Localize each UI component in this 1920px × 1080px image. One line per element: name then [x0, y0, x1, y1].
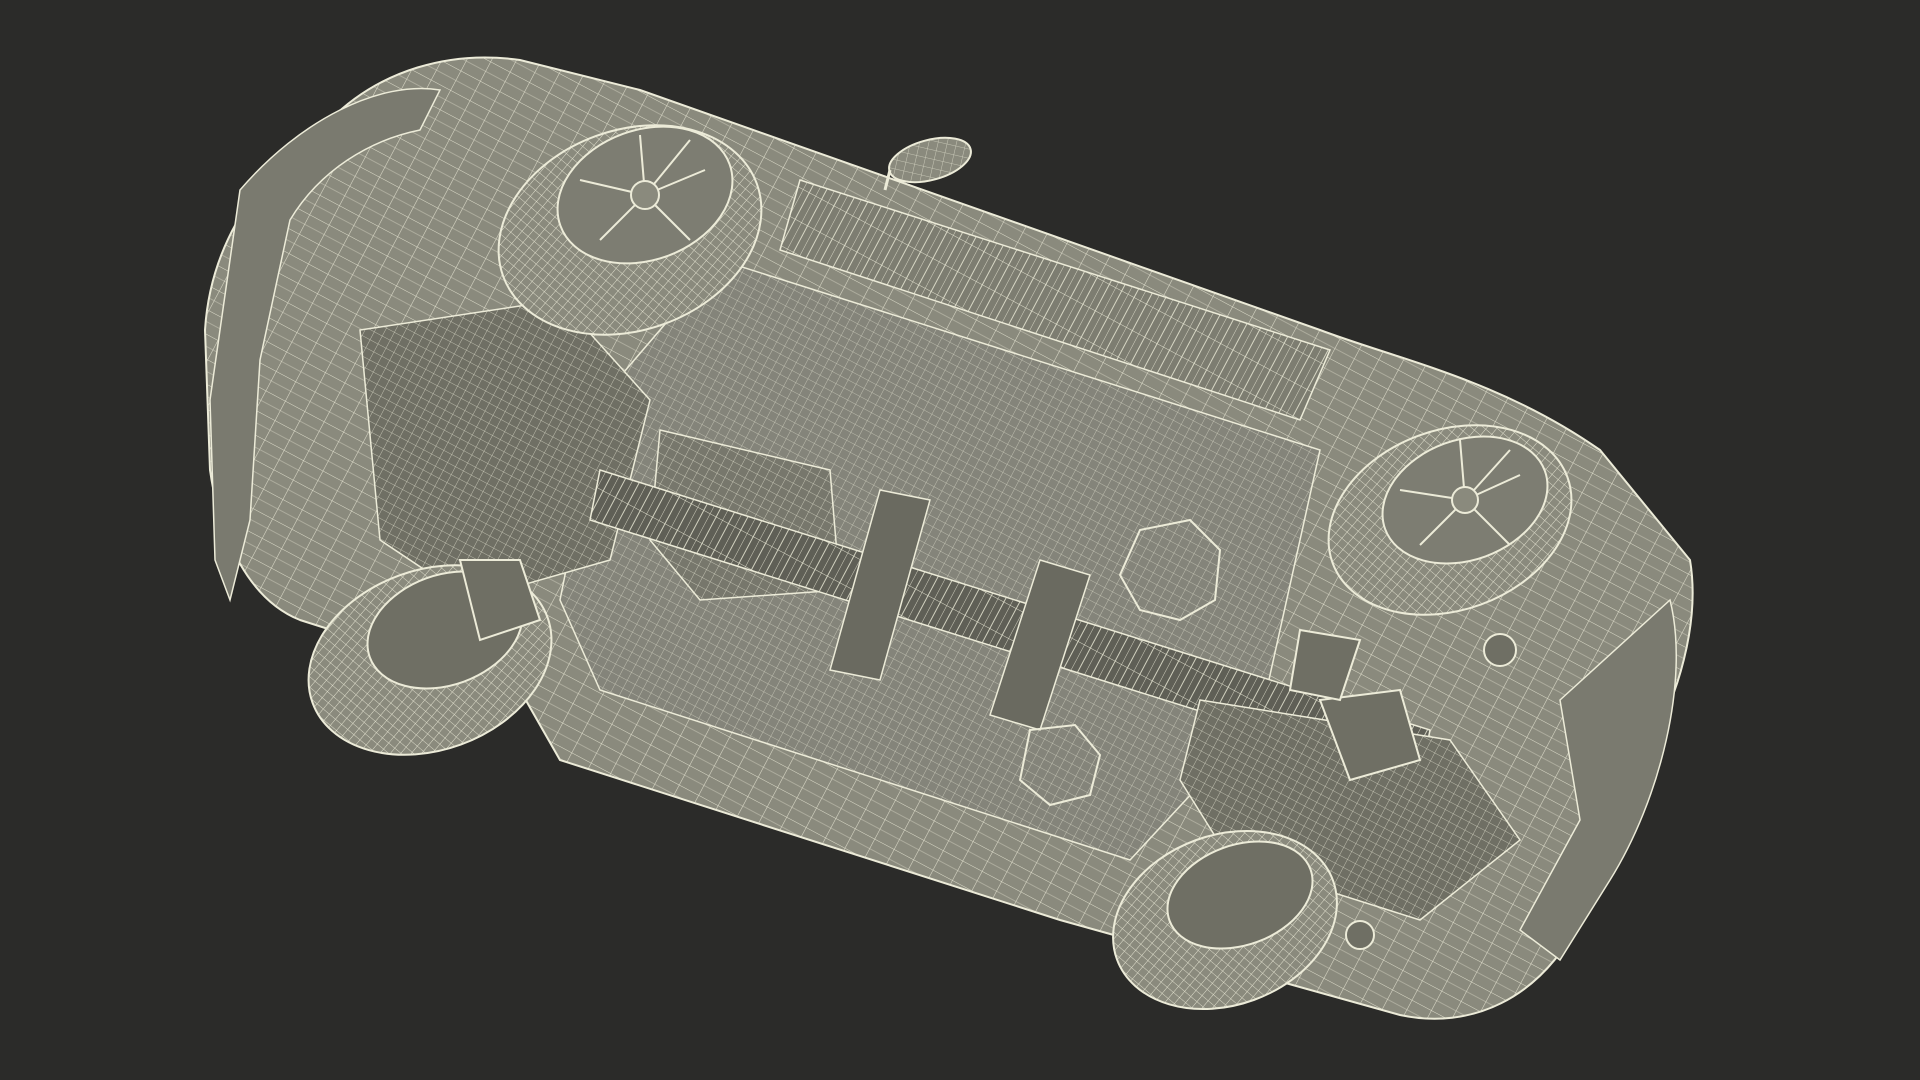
car-underside-model	[203, 56, 1694, 1020]
render-viewport	[0, 0, 1920, 1080]
